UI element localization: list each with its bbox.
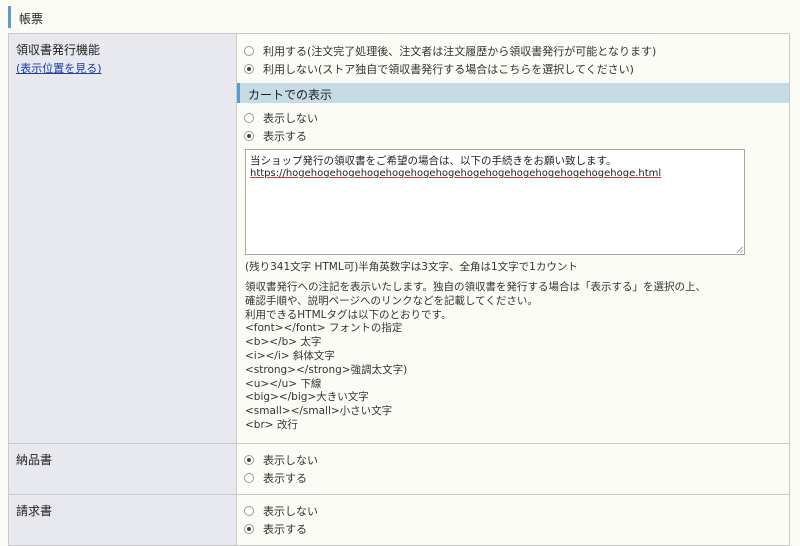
help-line: 確認手順や、説明ページへのリンクなどを記載してください。 xyxy=(245,294,538,307)
invoice-option-hide[interactable]: 表示しない xyxy=(237,502,789,520)
char-count-note: (残り341文字 HTML可)半角英数字は3文字、全角は1文字で1カウント xyxy=(245,261,578,273)
delivery-option-show[interactable]: 表示する xyxy=(237,469,789,487)
view-position-link[interactable]: (表示位置を見る) xyxy=(16,60,236,76)
help-line: <i></i> 斜体文字 xyxy=(245,349,335,362)
help-line: <u></u> 下線 xyxy=(245,377,322,390)
radio-label: 表示する xyxy=(263,130,307,143)
cart-display-header: カートでの表示 xyxy=(237,83,789,103)
receipt-value-cell: 利用する(注文完了処理後、注文者は注文履歴から領収書発行が可能となります) 利用… xyxy=(236,33,790,444)
cart-display-title: カートでの表示 xyxy=(248,88,333,102)
resize-grip-icon[interactable] xyxy=(736,246,743,253)
receipt-option-not-use[interactable]: 利用しない(ストア独自で領収書発行する場合はこちらを選択してください) xyxy=(237,60,789,78)
delivery-option-hide[interactable]: 表示しない xyxy=(237,451,789,469)
invoice-value-cell: 表示しない 表示する xyxy=(236,493,790,546)
invoice-label-cell: 請求書 xyxy=(8,493,237,546)
receipt-note-textarea[interactable]: 当ショップ発行の領収書をご希望の場合は、以下の手続きをお願い致します。 http… xyxy=(245,149,745,255)
help-line: <big></big>大きい文字 xyxy=(245,391,369,404)
section-header: 帳票 xyxy=(8,6,797,28)
receipt-label: 領収書発行機能 xyxy=(16,43,101,57)
textarea-url-line: https://hogehogehogehogehogehogehogehoge… xyxy=(250,168,662,179)
help-line: <br> 改行 xyxy=(245,418,298,431)
section-title: 帳票 xyxy=(19,12,44,26)
radio-label: 表示しない xyxy=(263,504,318,518)
radio-cart-hide[interactable] xyxy=(244,113,254,123)
help-line: <font></font> フォントの指定 xyxy=(245,322,403,335)
radio-cart-show[interactable] xyxy=(244,131,254,141)
delivery-label: 納品書 xyxy=(16,452,53,467)
help-line: 利用できるHTMLタグは以下のとおりです。 xyxy=(245,308,452,321)
help-line: <b></b> 太字 xyxy=(245,336,322,349)
help-line: 領収書発行への注記を表示いたします。独自の領収書を発行する場合は「表示する」を選… xyxy=(245,281,706,293)
radio-label: 利用する(注文完了処理後、注文者は注文履歴から領収書発行が可能となります) xyxy=(263,45,657,58)
help-line: <strong></strong>強調太文字) xyxy=(245,363,408,376)
radio-invoice-show[interactable] xyxy=(244,523,254,534)
radio-delivery-show[interactable] xyxy=(244,472,254,483)
html-tags-help: 領収書発行への注記を表示いたします。独自の領収書を発行する場合は「表示する」を選… xyxy=(245,281,789,433)
receipt-option-use[interactable]: 利用する(注文完了処理後、注文者は注文履歴から領収書発行が可能となります) xyxy=(237,42,789,60)
help-line: <small></small>小さい文字 xyxy=(245,405,393,418)
radio-receipt-use[interactable] xyxy=(244,46,254,56)
receipt-row: 領収書発行機能 (表示位置を見る) 利用する(注文完了処理後、注文者は注文履歴か… xyxy=(8,33,790,444)
invoice-label: 請求書 xyxy=(16,503,53,518)
radio-invoice-hide[interactable] xyxy=(244,505,254,516)
delivery-value-cell: 表示しない 表示する xyxy=(236,442,790,495)
delivery-label-cell: 納品書 xyxy=(8,442,237,495)
radio-label: 利用しない(ストア独自で領収書発行する場合はこちらを選択してください) xyxy=(263,63,634,76)
receipt-label-cell: 領収書発行機能 (表示位置を見る) xyxy=(8,33,237,444)
radio-label: 表示しない xyxy=(263,453,318,467)
cart-option-hide[interactable]: 表示しない xyxy=(237,109,789,127)
textarea-text-line: 当ショップ発行の領収書をご希望の場合は、以下の手続きをお願い致します。 xyxy=(250,155,617,167)
radio-receipt-not-use[interactable] xyxy=(244,64,254,74)
radio-label: 表示する xyxy=(263,471,307,485)
cart-option-show[interactable]: 表示する xyxy=(237,127,789,145)
invoice-row: 請求書 表示しない 表示する xyxy=(8,493,790,546)
radio-delivery-hide[interactable] xyxy=(244,454,254,465)
radio-label: 表示する xyxy=(263,522,307,536)
radio-label: 表示しない xyxy=(263,112,318,125)
settings-table: 領収書発行機能 (表示位置を見る) 利用する(注文完了処理後、注文者は注文履歴か… xyxy=(8,33,790,546)
invoice-option-show[interactable]: 表示する xyxy=(237,520,789,538)
delivery-row: 納品書 表示しない 表示する xyxy=(8,442,790,495)
